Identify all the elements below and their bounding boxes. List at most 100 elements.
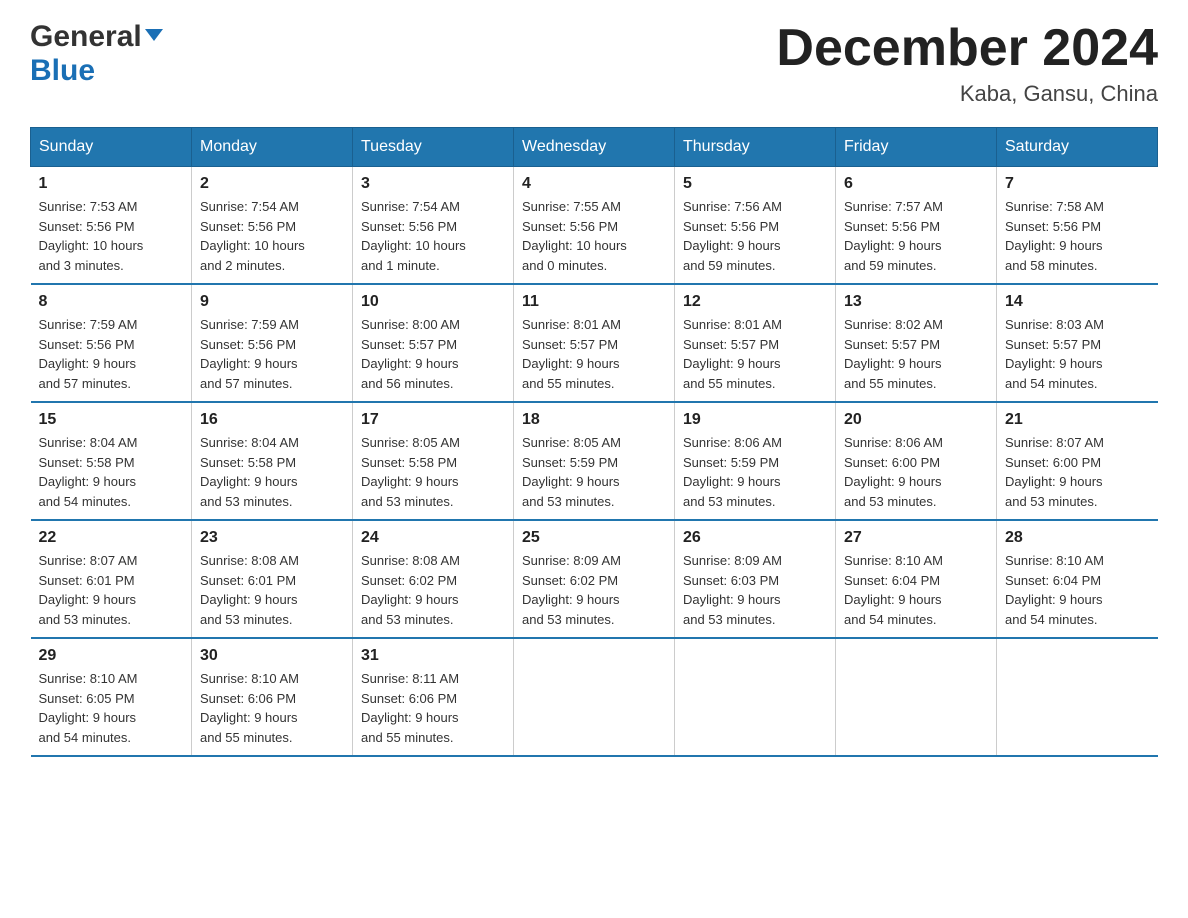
calendar-cell: 31 Sunrise: 8:11 AMSunset: 6:06 PMDaylig… (353, 638, 514, 756)
day-info: Sunrise: 7:59 AMSunset: 5:56 PMDaylight:… (200, 317, 299, 391)
day-info: Sunrise: 8:07 AMSunset: 6:00 PMDaylight:… (1005, 435, 1104, 509)
calendar-cell (836, 638, 997, 756)
day-info: Sunrise: 8:06 AMSunset: 5:59 PMDaylight:… (683, 435, 782, 509)
calendar-cell: 30 Sunrise: 8:10 AMSunset: 6:06 PMDaylig… (192, 638, 353, 756)
calendar-cell: 5 Sunrise: 7:56 AMSunset: 5:56 PMDayligh… (675, 167, 836, 285)
calendar-week-row: 22 Sunrise: 8:07 AMSunset: 6:01 PMDaylig… (31, 520, 1158, 638)
calendar-week-row: 29 Sunrise: 8:10 AMSunset: 6:05 PMDaylig… (31, 638, 1158, 756)
col-sunday: Sunday (31, 128, 192, 167)
calendar-cell: 2 Sunrise: 7:54 AMSunset: 5:56 PMDayligh… (192, 167, 353, 285)
calendar-cell: 26 Sunrise: 8:09 AMSunset: 6:03 PMDaylig… (675, 520, 836, 638)
day-number: 7 (1005, 175, 1150, 193)
calendar-cell: 14 Sunrise: 8:03 AMSunset: 5:57 PMDaylig… (997, 284, 1158, 402)
day-number: 4 (522, 175, 666, 193)
day-number: 14 (1005, 293, 1150, 311)
day-number: 28 (1005, 529, 1150, 547)
day-info: Sunrise: 8:05 AMSunset: 5:59 PMDaylight:… (522, 435, 621, 509)
day-number: 15 (39, 411, 184, 429)
day-info: Sunrise: 8:00 AMSunset: 5:57 PMDaylight:… (361, 317, 460, 391)
title-block: December 2024 Kaba, Gansu, China (776, 20, 1158, 107)
day-number: 29 (39, 647, 184, 665)
day-number: 1 (39, 175, 184, 193)
calendar-cell (997, 638, 1158, 756)
day-info: Sunrise: 7:57 AMSunset: 5:56 PMDaylight:… (844, 199, 943, 273)
calendar-cell: 7 Sunrise: 7:58 AMSunset: 5:56 PMDayligh… (997, 167, 1158, 285)
col-monday: Monday (192, 128, 353, 167)
day-number: 8 (39, 293, 184, 311)
day-number: 31 (361, 647, 505, 665)
calendar-cell: 28 Sunrise: 8:10 AMSunset: 6:04 PMDaylig… (997, 520, 1158, 638)
day-number: 21 (1005, 411, 1150, 429)
calendar-week-row: 15 Sunrise: 8:04 AMSunset: 5:58 PMDaylig… (31, 402, 1158, 520)
col-tuesday: Tuesday (353, 128, 514, 167)
day-number: 9 (200, 293, 344, 311)
day-info: Sunrise: 7:56 AMSunset: 5:56 PMDaylight:… (683, 199, 782, 273)
day-info: Sunrise: 8:04 AMSunset: 5:58 PMDaylight:… (200, 435, 299, 509)
calendar-cell: 29 Sunrise: 8:10 AMSunset: 6:05 PMDaylig… (31, 638, 192, 756)
calendar-cell: 24 Sunrise: 8:08 AMSunset: 6:02 PMDaylig… (353, 520, 514, 638)
calendar-cell: 16 Sunrise: 8:04 AMSunset: 5:58 PMDaylig… (192, 402, 353, 520)
col-friday: Friday (836, 128, 997, 167)
day-info: Sunrise: 7:55 AMSunset: 5:56 PMDaylight:… (522, 199, 627, 273)
day-info: Sunrise: 8:10 AMSunset: 6:05 PMDaylight:… (39, 671, 138, 745)
day-number: 12 (683, 293, 827, 311)
page-header: General Blue December 2024 Kaba, Gansu, … (30, 20, 1158, 107)
calendar-header-row: Sunday Monday Tuesday Wednesday Thursday… (31, 128, 1158, 167)
day-info: Sunrise: 8:10 AMSunset: 6:04 PMDaylight:… (844, 553, 943, 627)
page-location: Kaba, Gansu, China (776, 81, 1158, 107)
day-number: 16 (200, 411, 344, 429)
day-info: Sunrise: 7:54 AMSunset: 5:56 PMDaylight:… (200, 199, 305, 273)
day-number: 20 (844, 411, 988, 429)
day-info: Sunrise: 7:59 AMSunset: 5:56 PMDaylight:… (39, 317, 138, 391)
day-info: Sunrise: 7:54 AMSunset: 5:56 PMDaylight:… (361, 199, 466, 273)
calendar-cell (675, 638, 836, 756)
day-number: 2 (200, 175, 344, 193)
day-number: 24 (361, 529, 505, 547)
calendar-cell: 21 Sunrise: 8:07 AMSunset: 6:00 PMDaylig… (997, 402, 1158, 520)
calendar-cell: 1 Sunrise: 7:53 AMSunset: 5:56 PMDayligh… (31, 167, 192, 285)
day-number: 22 (39, 529, 184, 547)
day-number: 23 (200, 529, 344, 547)
calendar-cell: 23 Sunrise: 8:08 AMSunset: 6:01 PMDaylig… (192, 520, 353, 638)
day-info: Sunrise: 8:03 AMSunset: 5:57 PMDaylight:… (1005, 317, 1104, 391)
calendar-cell: 25 Sunrise: 8:09 AMSunset: 6:02 PMDaylig… (514, 520, 675, 638)
day-info: Sunrise: 7:53 AMSunset: 5:56 PMDaylight:… (39, 199, 144, 273)
calendar-week-row: 1 Sunrise: 7:53 AMSunset: 5:56 PMDayligh… (31, 167, 1158, 285)
day-info: Sunrise: 8:08 AMSunset: 6:02 PMDaylight:… (361, 553, 460, 627)
day-number: 30 (200, 647, 344, 665)
day-info: Sunrise: 8:07 AMSunset: 6:01 PMDaylight:… (39, 553, 138, 627)
day-number: 11 (522, 293, 666, 311)
calendar-cell: 13 Sunrise: 8:02 AMSunset: 5:57 PMDaylig… (836, 284, 997, 402)
calendar-cell: 19 Sunrise: 8:06 AMSunset: 5:59 PMDaylig… (675, 402, 836, 520)
day-info: Sunrise: 8:10 AMSunset: 6:04 PMDaylight:… (1005, 553, 1104, 627)
day-info: Sunrise: 8:10 AMSunset: 6:06 PMDaylight:… (200, 671, 299, 745)
col-wednesday: Wednesday (514, 128, 675, 167)
day-info: Sunrise: 8:01 AMSunset: 5:57 PMDaylight:… (683, 317, 782, 391)
day-number: 19 (683, 411, 827, 429)
calendar-cell: 11 Sunrise: 8:01 AMSunset: 5:57 PMDaylig… (514, 284, 675, 402)
day-info: Sunrise: 8:06 AMSunset: 6:00 PMDaylight:… (844, 435, 943, 509)
logo: General Blue (30, 20, 163, 88)
calendar-cell: 17 Sunrise: 8:05 AMSunset: 5:58 PMDaylig… (353, 402, 514, 520)
day-number: 26 (683, 529, 827, 547)
day-number: 25 (522, 529, 666, 547)
calendar-cell (514, 638, 675, 756)
day-info: Sunrise: 8:08 AMSunset: 6:01 PMDaylight:… (200, 553, 299, 627)
day-number: 27 (844, 529, 988, 547)
calendar-cell: 8 Sunrise: 7:59 AMSunset: 5:56 PMDayligh… (31, 284, 192, 402)
calendar-cell: 12 Sunrise: 8:01 AMSunset: 5:57 PMDaylig… (675, 284, 836, 402)
day-number: 18 (522, 411, 666, 429)
logo-general-text: General (30, 20, 142, 54)
calendar-cell: 10 Sunrise: 8:00 AMSunset: 5:57 PMDaylig… (353, 284, 514, 402)
day-info: Sunrise: 8:02 AMSunset: 5:57 PMDaylight:… (844, 317, 943, 391)
calendar-table: Sunday Monday Tuesday Wednesday Thursday… (30, 127, 1158, 757)
calendar-cell: 6 Sunrise: 7:57 AMSunset: 5:56 PMDayligh… (836, 167, 997, 285)
day-info: Sunrise: 8:04 AMSunset: 5:58 PMDaylight:… (39, 435, 138, 509)
page-title: December 2024 (776, 20, 1158, 77)
day-number: 3 (361, 175, 505, 193)
calendar-cell: 18 Sunrise: 8:05 AMSunset: 5:59 PMDaylig… (514, 402, 675, 520)
day-info: Sunrise: 7:58 AMSunset: 5:56 PMDaylight:… (1005, 199, 1104, 273)
calendar-cell: 15 Sunrise: 8:04 AMSunset: 5:58 PMDaylig… (31, 402, 192, 520)
logo-blue-text: Blue (30, 54, 95, 87)
col-thursday: Thursday (675, 128, 836, 167)
